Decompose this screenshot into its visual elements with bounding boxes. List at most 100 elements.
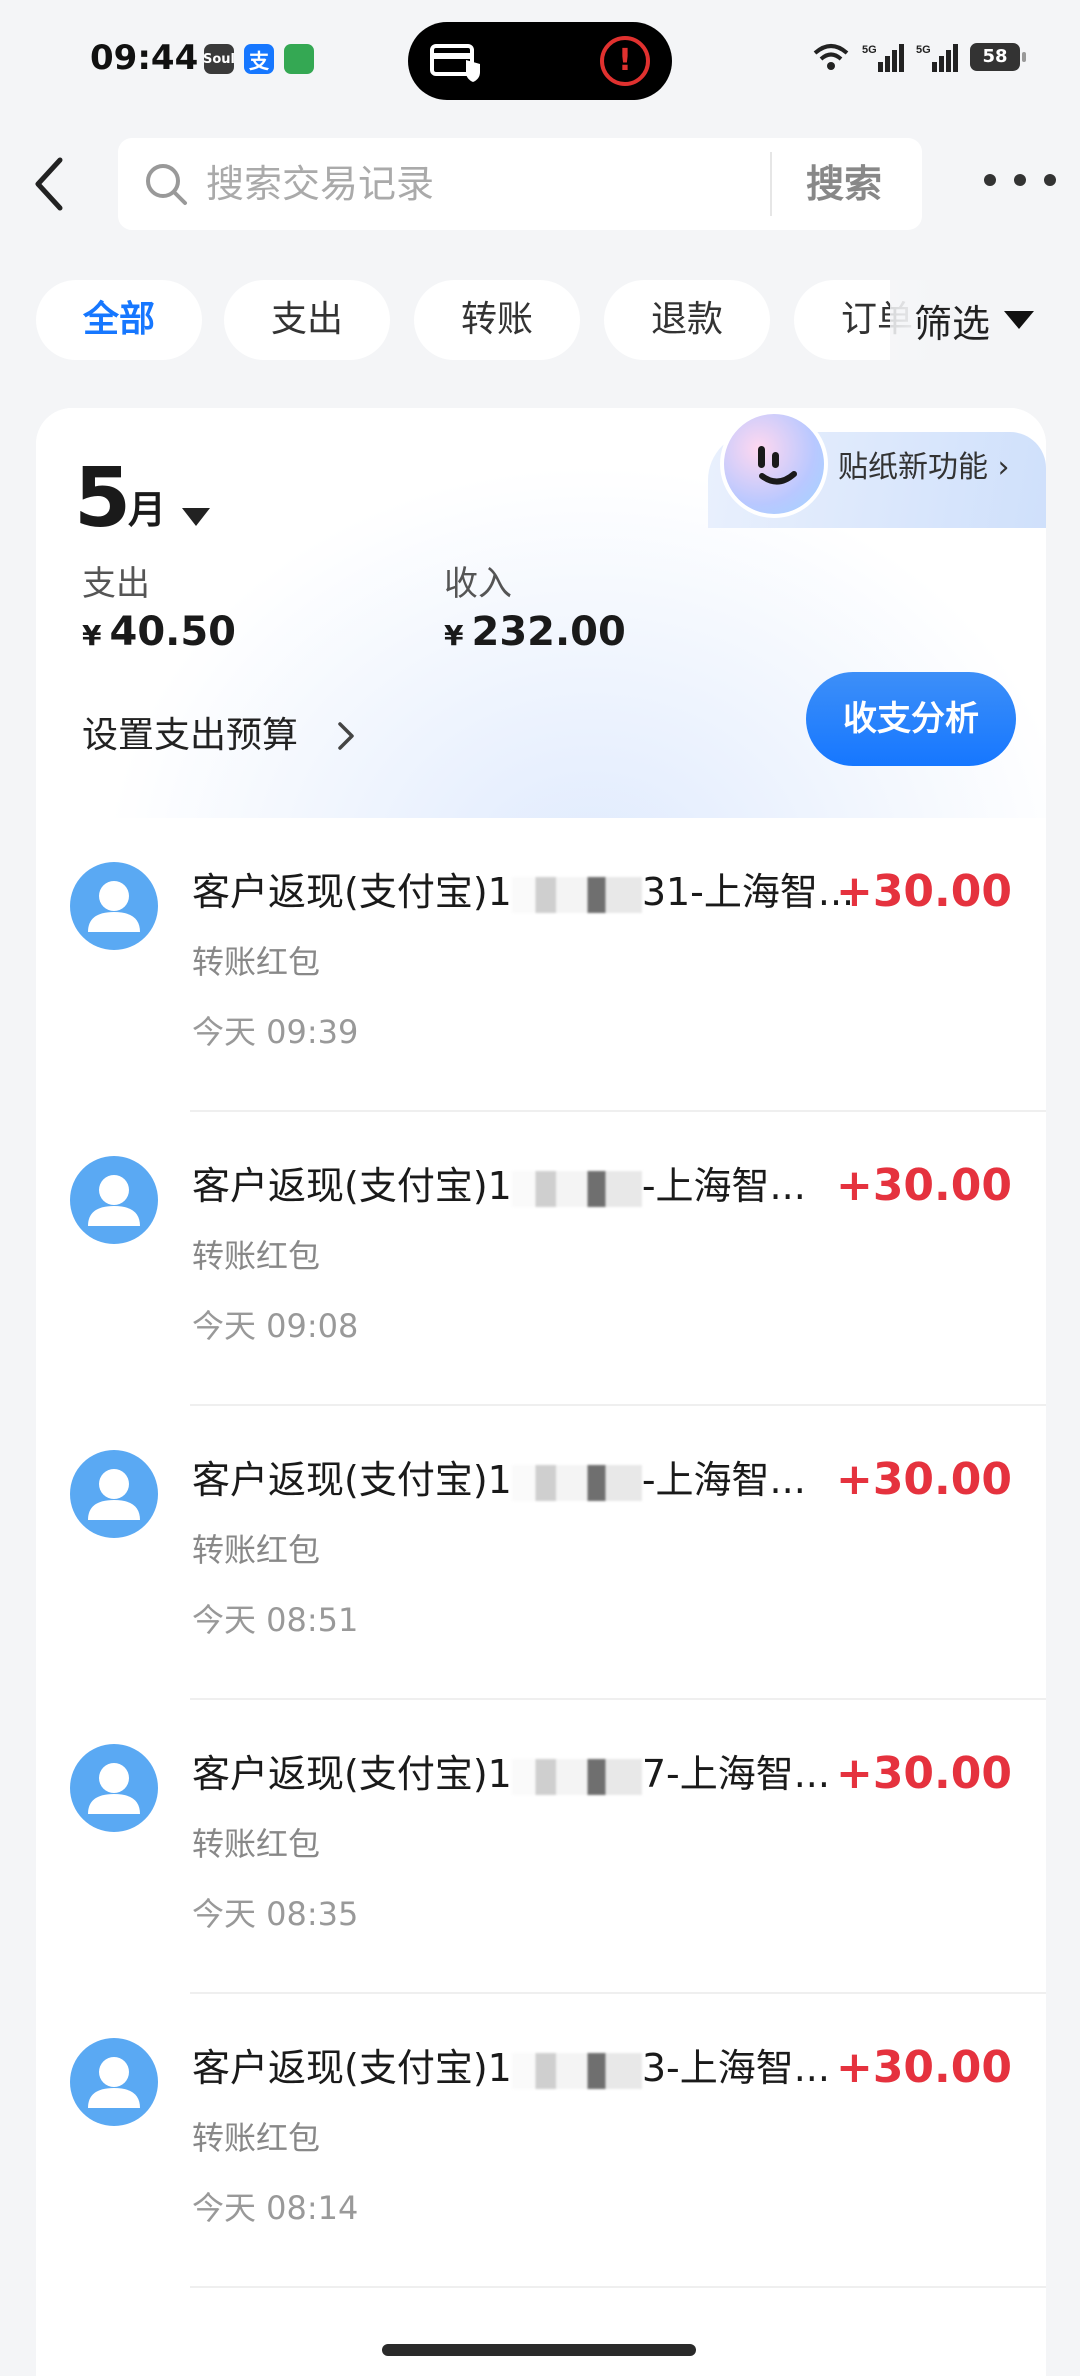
transaction-type: 转账红包 bbox=[192, 1237, 321, 1275]
transaction-title-suffix: 31-上海智... bbox=[641, 870, 855, 914]
transaction-row[interactable]: 客户返现(支付宝)1 -上海智... +30.00 转账红包今天 09:08 bbox=[36, 1112, 1046, 1406]
masked-number bbox=[511, 876, 642, 913]
svg-text:5G: 5G bbox=[862, 44, 877, 56]
avatar bbox=[70, 1450, 158, 1538]
transaction-title: 客户返现(支付宝)1 31-上海智... bbox=[192, 868, 854, 916]
chip-all[interactable]: 全部 bbox=[36, 280, 202, 360]
masked-number bbox=[511, 1170, 642, 1207]
transaction-row[interactable]: 客户返现(支付宝)1 7-上海智... +30.00 转账红包今天 08:35 bbox=[36, 1700, 1046, 1994]
transaction-amount: +30.00 bbox=[835, 866, 1012, 917]
transaction-amount: +30.00 bbox=[835, 1454, 1012, 1505]
transaction-title-prefix: 客户返现(支付宝)1 bbox=[192, 870, 512, 914]
chip-refund[interactable]: 退款 bbox=[604, 280, 770, 360]
masked-number bbox=[511, 2052, 642, 2089]
analysis-button[interactable]: 收支分析 bbox=[806, 672, 1016, 766]
user-avatar-icon bbox=[88, 1469, 140, 1520]
triangle-down-icon bbox=[1004, 311, 1035, 329]
monthly-summary: 贴纸新功能 › 5 月 支出 ¥40.50 收入 ¥232.00 设置支出预算 … bbox=[36, 408, 1046, 818]
transaction-time: 今天 08:35 bbox=[192, 1895, 359, 1933]
more-dot-icon bbox=[1044, 174, 1056, 186]
avatar bbox=[70, 1744, 158, 1832]
smiley-face-icon bbox=[758, 446, 797, 485]
transaction-time: 今天 09:39 bbox=[192, 1013, 359, 1051]
transaction-row[interactable]: 客户返现(支付宝)1 3-上海智... +30.00 转账红包今天 08:14 bbox=[36, 1994, 1046, 2288]
month-unit[interactable]: 月 bbox=[128, 488, 166, 532]
set-budget-link[interactable]: 设置支出预算 bbox=[82, 714, 298, 758]
transaction-title-prefix: 客户返现(支付宝)1 bbox=[192, 1458, 512, 1502]
masked-number bbox=[511, 1758, 642, 1795]
status-app-icons: Soul 支 bbox=[203, 44, 314, 74]
transaction-time: 今天 08:14 bbox=[192, 2189, 359, 2227]
chip-transfer[interactable]: 转账 bbox=[414, 280, 580, 360]
expense-label: 支出 bbox=[82, 564, 150, 604]
transaction-type: 转账红包 bbox=[192, 943, 321, 981]
transaction-time: 今天 09:08 bbox=[192, 1307, 359, 1345]
transaction-row[interactable]: 客户返现(支付宝)1 31-上海智... +30.00 转账红包今天 09:39 bbox=[36, 818, 1046, 1112]
expense-amount: 40.50 bbox=[109, 609, 237, 655]
sticker-avatar[interactable] bbox=[720, 410, 828, 518]
status-indicators: 5G 5G 58 bbox=[812, 42, 1026, 72]
transaction-title-prefix: 客户返现(支付宝)1 bbox=[192, 2046, 512, 2090]
home-indicator[interactable] bbox=[382, 2344, 696, 2356]
status-bar: 09:44 Soul 支 ! 5G 5G 58 bbox=[0, 0, 1080, 120]
transaction-title: 客户返现(支付宝)1 -上海智... bbox=[192, 1162, 806, 1210]
income-value: ¥232.00 bbox=[444, 608, 626, 660]
row-divider bbox=[190, 2286, 1046, 2288]
transaction-title-suffix: -上海智... bbox=[641, 1164, 806, 1208]
filter-button[interactable]: 筛选 bbox=[890, 280, 1080, 360]
transaction-title-suffix: 7-上海智... bbox=[641, 1752, 830, 1796]
transaction-row[interactable]: 客户返现(支付宝)1 -上海智... +30.00 转账红包今天 08:51 bbox=[36, 1406, 1046, 1700]
user-avatar-icon bbox=[88, 881, 140, 932]
transaction-amount: +30.00 bbox=[835, 1748, 1012, 1799]
chevron-right-icon[interactable] bbox=[328, 718, 364, 754]
search-button[interactable]: 搜索 bbox=[806, 162, 882, 206]
masked-number bbox=[511, 1464, 642, 1501]
user-avatar-icon bbox=[88, 2057, 140, 2108]
transaction-title: 客户返现(支付宝)1 -上海智... bbox=[192, 1456, 806, 1504]
month-number[interactable]: 5 bbox=[74, 454, 131, 544]
more-dot-icon bbox=[984, 174, 996, 186]
search-input[interactable]: 搜索交易记录 bbox=[206, 162, 434, 206]
income-amount: 232.00 bbox=[471, 609, 626, 655]
user-avatar-icon bbox=[88, 1175, 140, 1226]
wifi-icon bbox=[813, 44, 849, 70]
signal-5g-icon-2: 5G bbox=[916, 44, 958, 72]
transaction-type: 转账红包 bbox=[192, 1531, 321, 1569]
alipay-app-icon: 支 bbox=[244, 44, 274, 74]
avatar bbox=[70, 1156, 158, 1244]
transaction-type: 转账红包 bbox=[192, 1825, 321, 1863]
transaction-title: 客户返现(支付宝)1 3-上海智... bbox=[192, 2044, 830, 2092]
search-divider bbox=[770, 152, 772, 216]
alert-icon: ! bbox=[600, 36, 650, 86]
month-dropdown-icon[interactable] bbox=[182, 508, 210, 526]
more-dot-icon bbox=[1014, 174, 1026, 186]
transaction-type: 转账红包 bbox=[192, 2119, 321, 2157]
transaction-amount: +30.00 bbox=[835, 1160, 1012, 1211]
avatar bbox=[70, 2038, 158, 2126]
sticker-feature-link[interactable]: 贴纸新功能 › bbox=[838, 448, 1010, 488]
search-icon bbox=[146, 164, 187, 205]
chip-expense[interactable]: 支出 bbox=[224, 280, 390, 360]
soul-app-icon: Soul bbox=[203, 44, 235, 74]
transactions-card: 贴纸新功能 › 5 月 支出 ¥40.50 收入 ¥232.00 设置支出预算 … bbox=[36, 408, 1046, 2376]
transaction-amount: +30.00 bbox=[835, 2042, 1012, 2093]
signal-5g-icon: 5G bbox=[862, 44, 904, 72]
filter-label: 筛选 bbox=[914, 301, 991, 346]
card-shield-icon bbox=[430, 44, 480, 82]
transaction-title-prefix: 客户返现(支付宝)1 bbox=[192, 1164, 512, 1208]
search-bar[interactable]: 搜索交易记录 搜索 bbox=[118, 138, 922, 230]
battery-icon: 58 bbox=[970, 43, 1026, 71]
status-time: 09:44 bbox=[90, 38, 199, 78]
more-options-button[interactable] bbox=[984, 160, 1056, 200]
transaction-title-suffix: -上海智... bbox=[641, 1458, 806, 1502]
green-app-icon bbox=[284, 44, 314, 74]
user-avatar-icon bbox=[88, 1763, 140, 1814]
transaction-time: 今天 08:51 bbox=[192, 1601, 359, 1639]
transaction-title: 客户返现(支付宝)1 7-上海智... bbox=[192, 1750, 830, 1798]
back-button[interactable] bbox=[28, 152, 72, 216]
avatar bbox=[70, 862, 158, 950]
dynamic-island: ! bbox=[408, 22, 672, 100]
transaction-title-suffix: 3-上海智... bbox=[641, 2046, 830, 2090]
income-label: 收入 bbox=[444, 564, 512, 604]
transaction-title-prefix: 客户返现(支付宝)1 bbox=[192, 1752, 512, 1796]
